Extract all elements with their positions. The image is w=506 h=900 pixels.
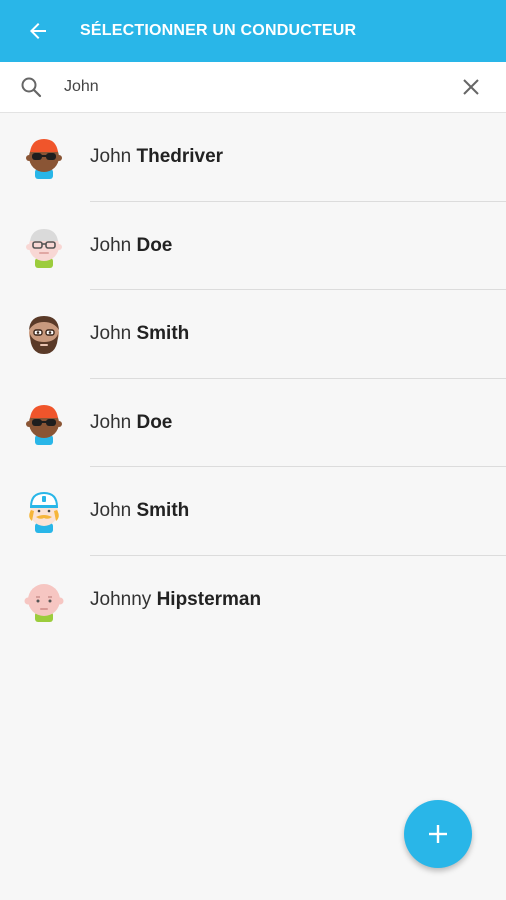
- search-icon: [0, 62, 64, 112]
- avatar: [0, 379, 90, 467]
- avatar-orange-hair-sunglasses-icon: [26, 404, 62, 445]
- search-input[interactable]: [64, 67, 436, 107]
- driver-row[interactable]: Johnny Hipsterman: [0, 556, 506, 645]
- driver-name: John Doe: [90, 235, 172, 257]
- app-bar: SÉLECTIONNER UN CONDUCTEUR: [0, 0, 506, 62]
- driver-first-name: Johnny: [90, 588, 152, 610]
- driver-name: Johnny Hipsterman: [90, 589, 261, 611]
- avatar-cap-mustache-icon: [29, 492, 59, 534]
- close-icon: [463, 79, 479, 95]
- driver-last-name: Smith: [136, 323, 190, 345]
- avatar: [0, 556, 90, 644]
- search-bar: [0, 62, 506, 113]
- driver-last-name: Hipsterman: [156, 588, 262, 610]
- driver-last-name: Thedriver: [136, 146, 224, 168]
- avatar-orange-hair-sunglasses-icon: [26, 139, 62, 180]
- driver-row[interactable]: John Doe: [0, 202, 506, 290]
- driver-row[interactable]: John Thedriver: [0, 113, 506, 202]
- driver-name: John Smith: [90, 323, 189, 345]
- driver-first-name: John: [90, 323, 132, 345]
- avatar: [0, 202, 90, 290]
- driver-first-name: John: [90, 234, 132, 256]
- driver-first-name: John: [90, 500, 132, 522]
- avatar: [0, 290, 90, 378]
- driver-name: John Thedriver: [90, 146, 223, 168]
- driver-name: John Smith: [90, 500, 189, 522]
- avatar-bald-pink-icon: [24, 583, 64, 622]
- plus-icon: [429, 825, 447, 843]
- driver-list: John Thedriver John Doe John Smith John …: [0, 113, 506, 644]
- avatar-grey-hair-glasses-icon: [26, 228, 62, 268]
- add-driver-button[interactable]: [404, 800, 472, 868]
- driver-row[interactable]: John Doe: [0, 379, 506, 467]
- avatar: [0, 113, 90, 201]
- arrow-left-icon: [30, 23, 46, 39]
- driver-last-name: Smith: [136, 500, 190, 522]
- driver-row[interactable]: John Smith: [0, 290, 506, 379]
- avatar: [0, 467, 90, 555]
- page-title: SÉLECTIONNER UN CONDUCTEUR: [80, 22, 357, 39]
- back-button[interactable]: [0, 0, 78, 62]
- driver-last-name: Doe: [136, 411, 173, 433]
- clear-search-button[interactable]: [436, 62, 506, 112]
- avatar-bearded-icon: [29, 316, 59, 355]
- driver-name: John Doe: [90, 412, 172, 434]
- driver-first-name: John: [90, 146, 132, 168]
- driver-first-name: John: [90, 411, 132, 433]
- driver-row[interactable]: John Smith: [0, 467, 506, 556]
- driver-last-name: Doe: [136, 234, 173, 256]
